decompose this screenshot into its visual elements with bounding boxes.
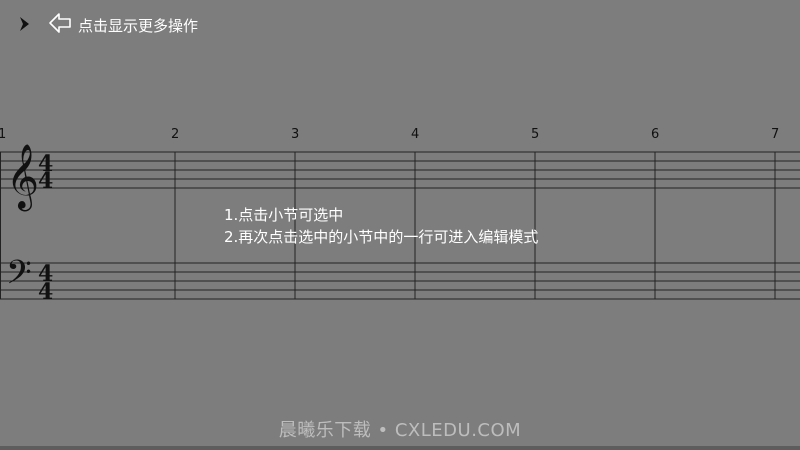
top-toolbar: 点击显示更多操作 [0,0,800,48]
measure-hit-area-5[interactable] [536,145,654,303]
bass-clef-icon: 𝄢 [6,254,32,300]
more-actions-label: 点击显示更多操作 [78,16,199,35]
measure-hit-area-1[interactable] [58,145,174,303]
chevron-right-icon[interactable] [14,12,36,36]
svg-text:𝄢: 𝄢 [6,254,32,300]
bottom-bar [0,446,800,450]
instruction-line-1: 1.点击小节可选中 [224,206,344,224]
svg-text:𝄞: 𝄞 [6,144,39,211]
treble-time-signature-bottom: 4 [38,168,53,194]
measure-hit-area-6[interactable] [656,145,774,303]
treble-clef-icon: 𝄞 [6,144,39,211]
watermark: 晨曦乐下载 • CXLEDU.COM [278,420,522,441]
measure-hit-area-7[interactable] [776,145,800,303]
instructions: 1.点击小节可选中 2.再次点击选中的小节中的一行可进入编辑模式 [224,204,538,248]
bass-time-signature-bottom: 4 [38,279,53,305]
instruction-line-2: 2.再次点击选中的小节中的一行可进入编辑模式 [224,228,539,246]
back-arrow-icon [48,12,72,38]
more-actions-button[interactable]: 点击显示更多操作 [48,12,198,38]
